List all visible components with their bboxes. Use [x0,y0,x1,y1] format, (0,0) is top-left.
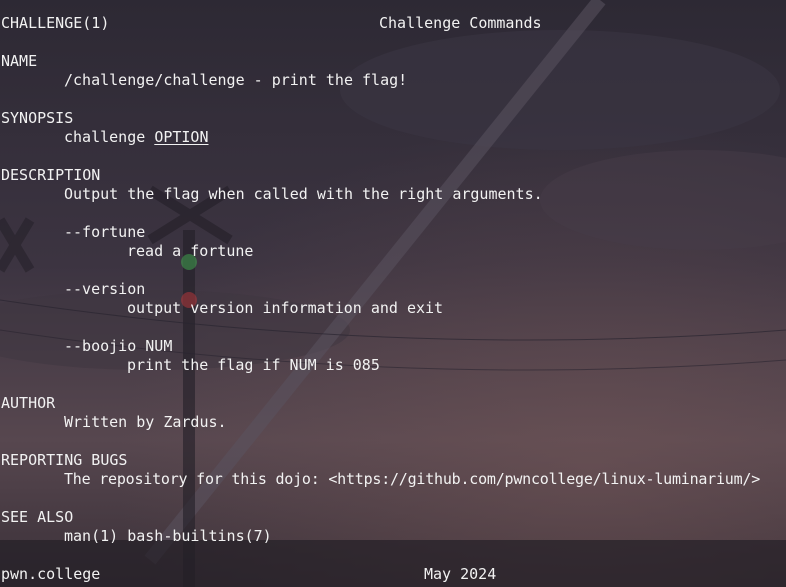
name-text: /challenge/challenge - print the flag! [64,71,408,89]
terminal-window[interactable]: CHALLENGE(1) Challenge Commands NAME /ch… [0,0,786,587]
see-also-text: man(1) bash-builtins(7) [64,527,272,545]
synopsis-option: OPTION [154,128,209,146]
option-flag: --fortune [64,223,146,241]
option-text: output version information and exit [127,299,444,317]
option-flag: --boojio NUM [64,337,173,355]
bugs-text: The repository for this dojo: <https://g… [64,470,761,488]
synopsis-command: challenge [64,128,155,146]
man-header-section: Challenge Commands [379,14,542,32]
see-also-heading: SEE ALSO [1,508,74,526]
footer-source: pwn.college [1,565,101,583]
description-text: Output the flag when called with the rig… [64,185,543,203]
name-heading: NAME [1,52,38,70]
synopsis-heading: SYNOPSIS [1,109,74,127]
man-header-title: CHALLENGE(1) [1,14,110,32]
author-heading: AUTHOR [1,394,56,412]
synopsis-line: challenge OPTION [64,128,209,147]
option-flag: --version [64,280,146,298]
description-heading: DESCRIPTION [1,166,101,184]
footer-date: May 2024 [424,565,497,583]
option-text: print the flag if NUM is 085 [127,356,380,374]
option-text: read a fortune [127,242,254,260]
bugs-heading: REPORTING BUGS [1,451,128,469]
author-text: Written by Zardus. [64,413,227,431]
